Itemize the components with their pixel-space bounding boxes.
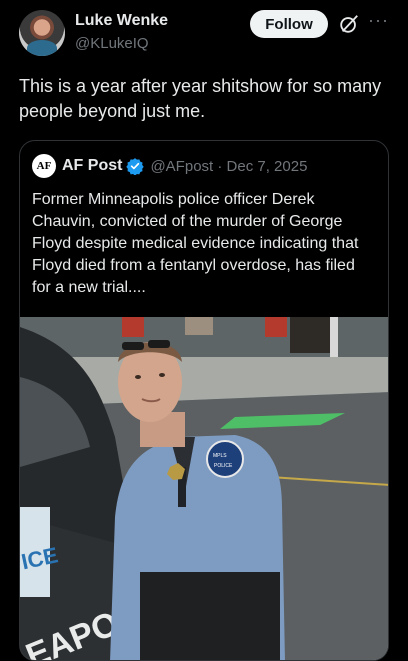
media-photo: ICE EAPOLIS MPLS POLICE <box>20 317 388 660</box>
svg-text:POLICE: POLICE <box>214 463 233 469</box>
more-icon[interactable]: ··· <box>368 11 388 33</box>
quoted-post-header: AF AF Post @AFpost · Dec 7, 2025 <box>32 154 308 178</box>
quoted-avatar[interactable]: AF <box>32 154 56 178</box>
verified-badge-icon <box>126 158 145 175</box>
follow-button[interactable]: Follow <box>250 10 328 38</box>
post-text: This is a year after year shitshow for s… <box>19 76 382 121</box>
post-header: Luke Wenke @KLukeIQ Follow ··· <box>0 0 408 70</box>
quoted-media-image[interactable]: ICE EAPOLIS MPLS POLICE <box>20 317 388 660</box>
quoted-meta: @AFpost · Dec 7, 2025 <box>150 157 308 175</box>
grok-icon[interactable] <box>338 13 360 35</box>
quoted-post[interactable]: AF AF Post @AFpost · Dec 7, 2025 Former … <box>19 140 389 661</box>
svg-text:MPLS: MPLS <box>213 453 227 459</box>
quoted-author-name[interactable]: AF Post <box>62 157 122 175</box>
avatar[interactable] <box>19 10 65 56</box>
quoted-text: Former Minneapolis police officer Derek … <box>32 191 359 296</box>
author-handle[interactable]: @KLukeIQ <box>75 35 149 52</box>
author-name[interactable]: Luke Wenke <box>75 12 168 30</box>
